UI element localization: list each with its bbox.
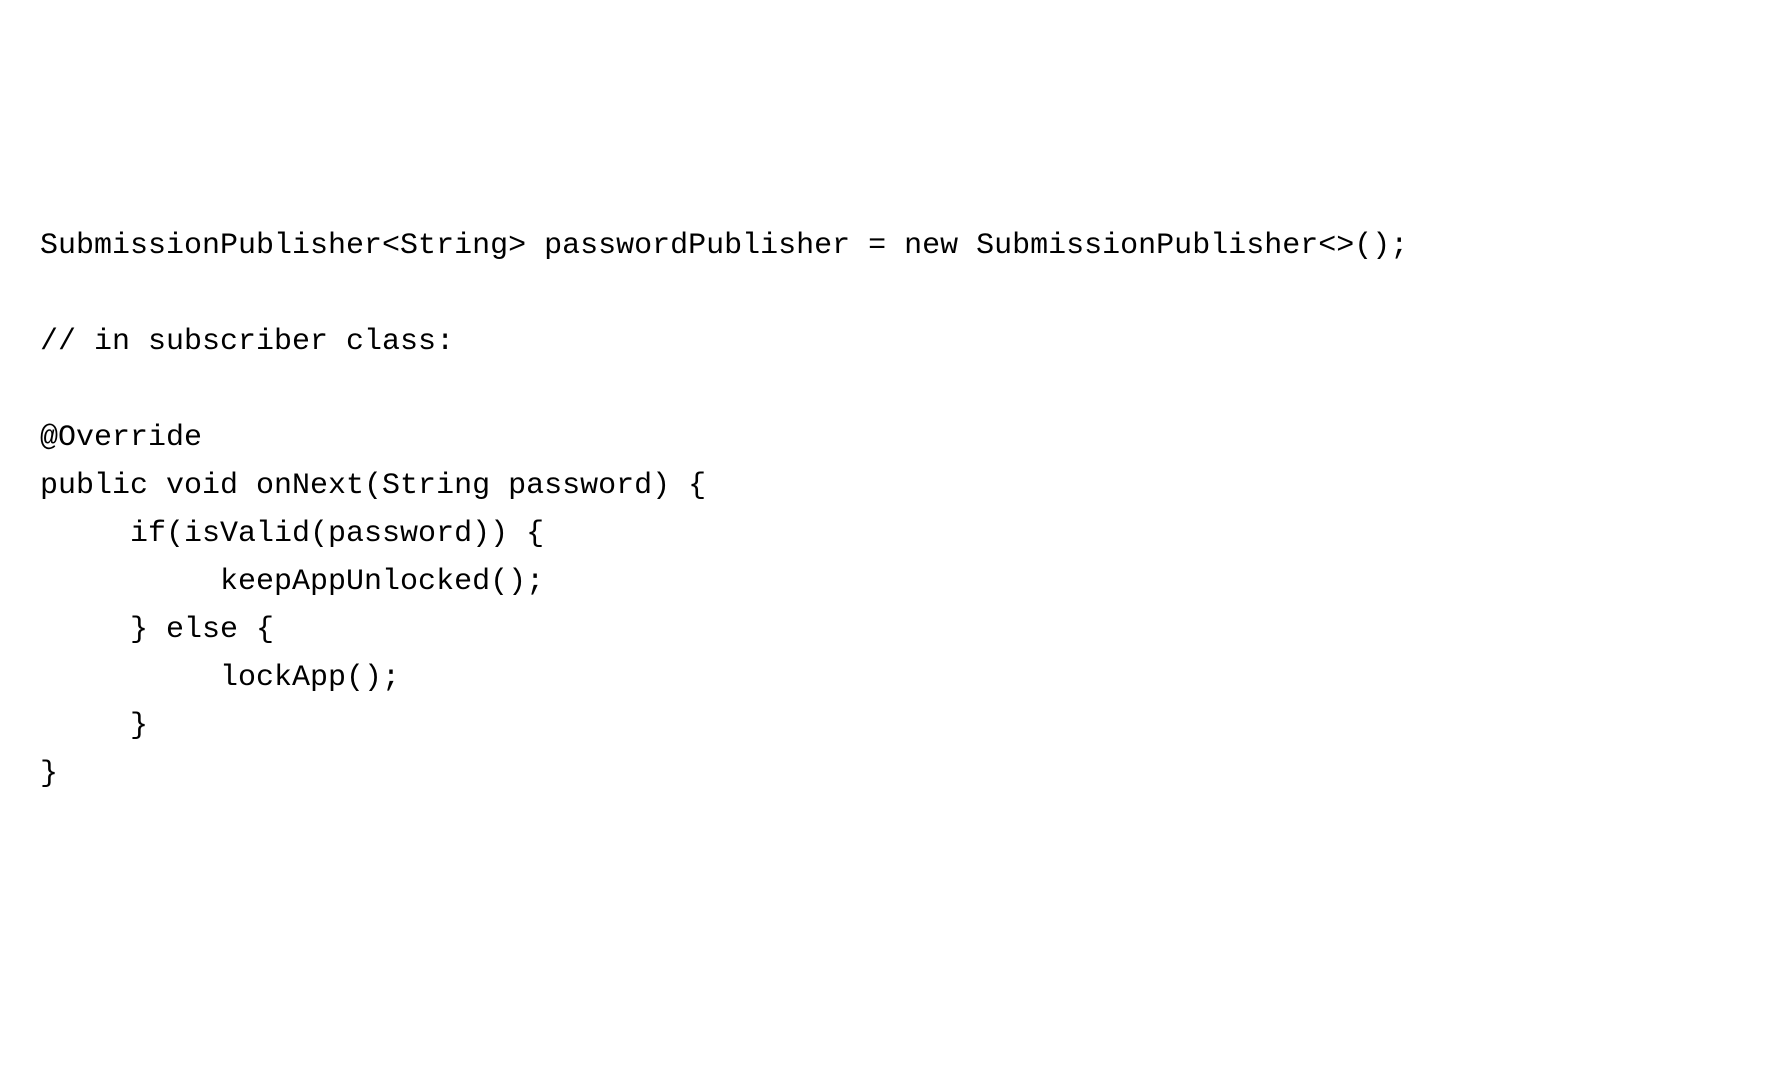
code-line: lockApp();	[40, 661, 400, 695]
code-line: } else {	[40, 613, 274, 647]
code-line: public void onNext(String password) {	[40, 469, 706, 503]
code-line: SubmissionPublisher<String> passwordPubl…	[40, 229, 1408, 263]
code-snippet: SubmissionPublisher<String> passwordPubl…	[40, 222, 1744, 798]
code-line: // in subscriber class:	[40, 325, 454, 359]
code-line: keepAppUnlocked();	[40, 565, 544, 599]
code-line: }	[40, 757, 58, 791]
code-line: }	[40, 709, 148, 743]
code-line: if(isValid(password)) {	[40, 517, 544, 551]
code-line: @Override	[40, 421, 202, 455]
